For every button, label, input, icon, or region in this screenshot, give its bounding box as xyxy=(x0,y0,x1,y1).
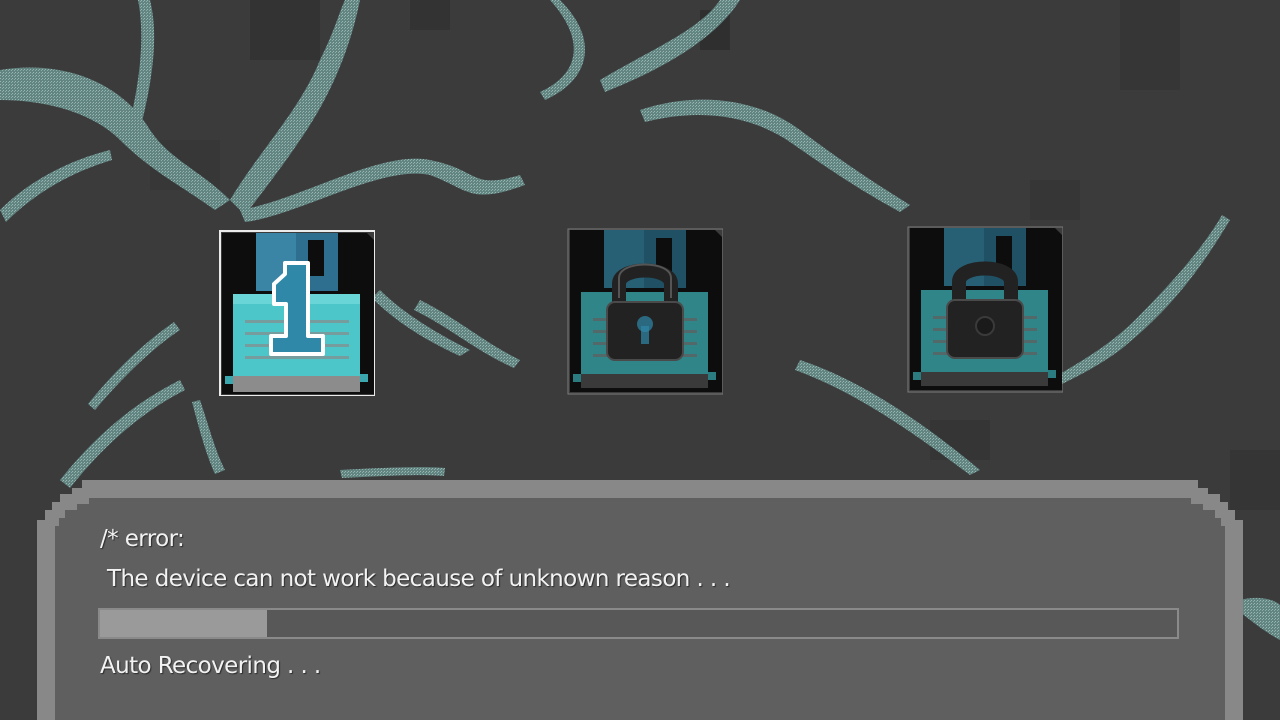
game-screen: /* error: The device can not work becaus… xyxy=(0,0,1280,720)
save-slot-2[interactable] xyxy=(567,226,723,396)
floppy-disk-icon xyxy=(219,230,375,396)
save-slot-1[interactable] xyxy=(219,226,375,396)
error-header: /* error: xyxy=(100,526,185,552)
dialog-frame xyxy=(37,480,1243,720)
recovery-progress-bar xyxy=(98,608,1179,639)
floppy-disk-locked-icon xyxy=(567,228,723,395)
error-message: The device can not work because of unkno… xyxy=(107,566,731,592)
floppy-disk-locked-icon xyxy=(907,226,1063,393)
error-dialog: /* error: The device can not work becaus… xyxy=(37,480,1243,720)
recovery-progress-fill xyxy=(100,610,267,637)
save-slot-3[interactable] xyxy=(907,226,1063,396)
recovery-status-text: Auto Recovering . . . xyxy=(100,653,321,679)
